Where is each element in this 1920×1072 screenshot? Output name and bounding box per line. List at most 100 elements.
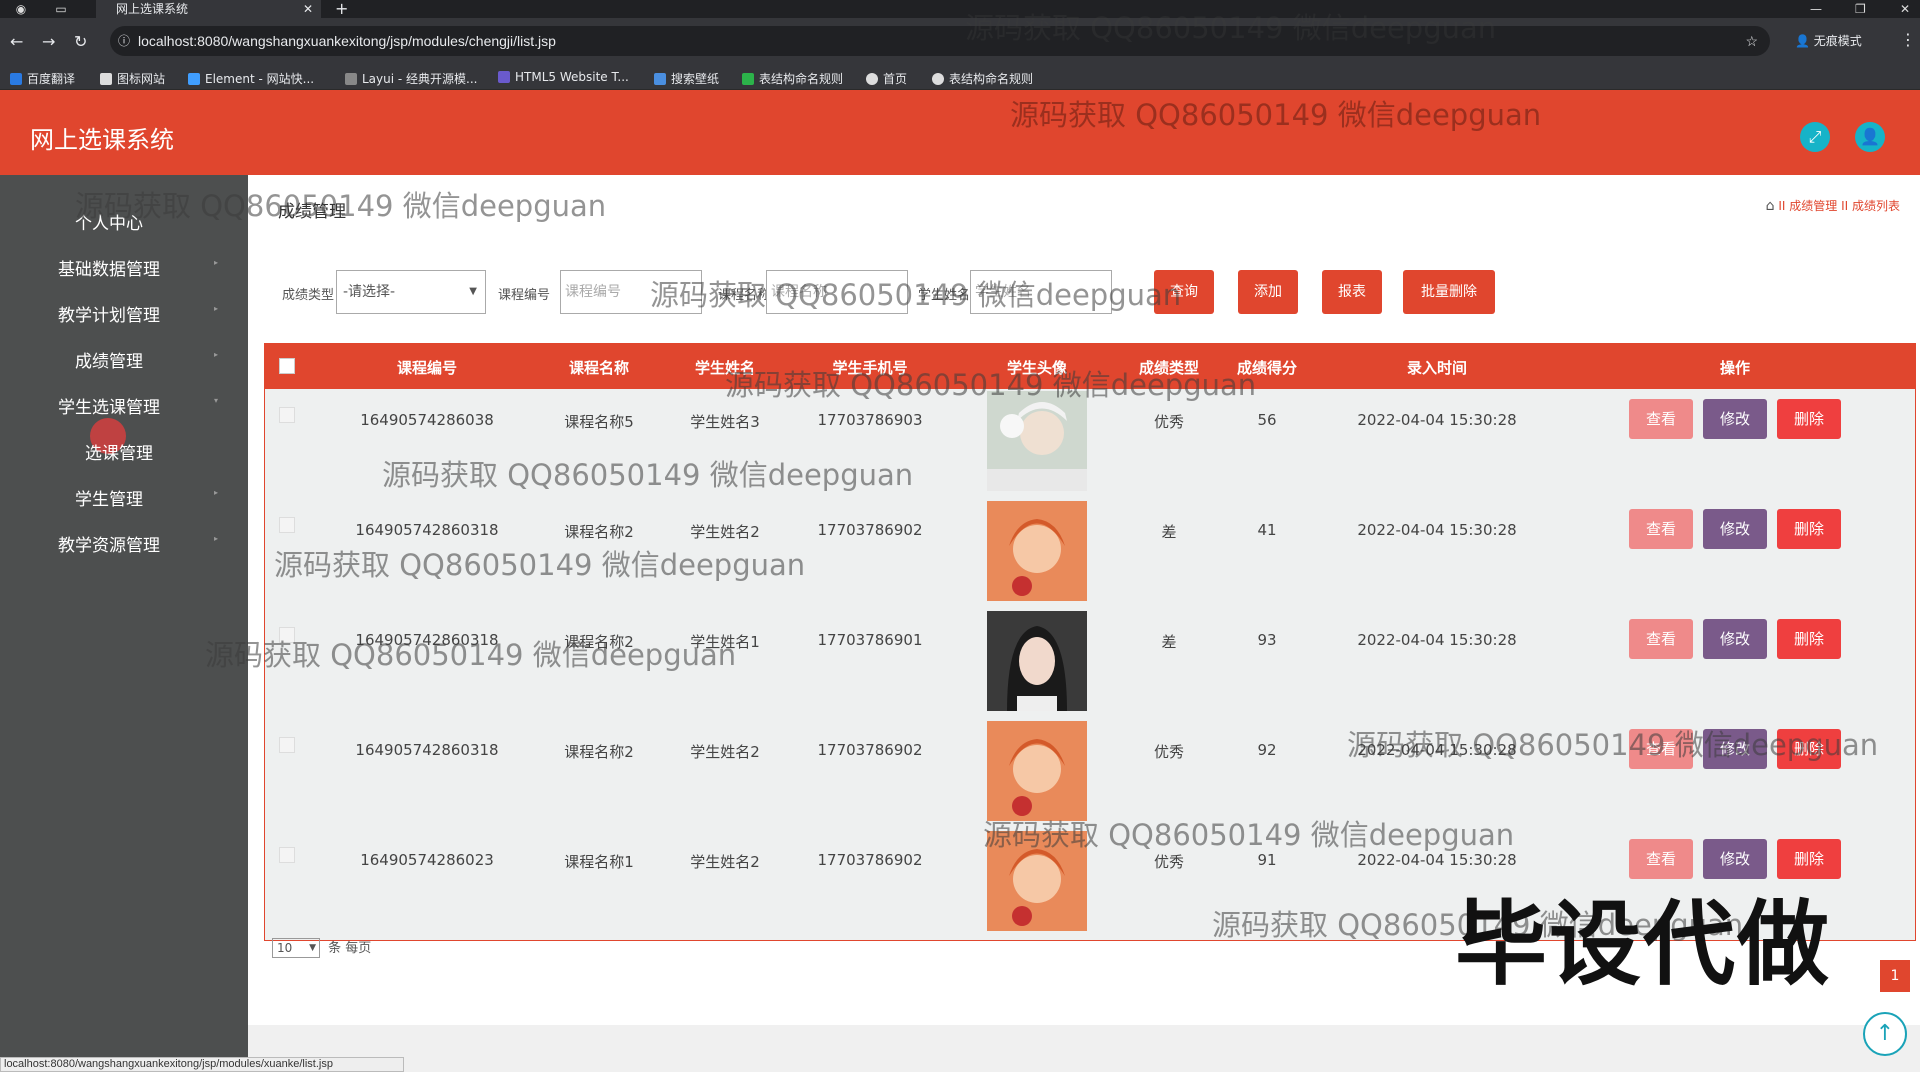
course-code-cell: 164905742860318 xyxy=(355,631,499,649)
sidebar-item-basic-data[interactable]: 基础数据管理 ▸ xyxy=(0,255,218,280)
view-button[interactable]: 查看 xyxy=(1629,399,1693,439)
new-tab-icon[interactable]: + xyxy=(335,0,348,18)
bookmark-item[interactable]: Layui - 经典开源模... xyxy=(345,70,477,87)
bookmark-item[interactable]: 首页 xyxy=(866,70,907,87)
add-button[interactable]: 添加 xyxy=(1238,270,1298,314)
bookmark-star-icon[interactable]: ☆ xyxy=(1745,26,1758,56)
window-close-icon[interactable]: ✕ xyxy=(1900,0,1910,18)
phone-cell: 17703786902 xyxy=(817,851,923,869)
fullscreen-icon[interactable]: ⤢ xyxy=(1800,122,1830,152)
sidebar-item-teaching-resources[interactable]: 教学资源管理 ▸ xyxy=(0,531,218,556)
select-value: -请选择- xyxy=(343,284,396,300)
sidebar-item-label: 学生选课管理 xyxy=(58,398,160,418)
grade-type-cell: 优秀 xyxy=(1153,413,1185,431)
student-name-cell: 学生姓名3 xyxy=(690,413,760,431)
student-name-cell: 学生姓名2 xyxy=(690,743,760,761)
breadcrumb-item[interactable]: 成绩列表 xyxy=(1852,199,1900,213)
sidebar-item-label: 成绩管理 xyxy=(75,352,143,372)
breadcrumb-item[interactable]: 成绩管理 xyxy=(1789,199,1837,213)
restore-icon[interactable]: ❐ xyxy=(1855,0,1866,18)
edit-button[interactable]: 修改 xyxy=(1703,399,1767,439)
browser-tab[interactable]: 网上选课系统 ✕ xyxy=(96,0,321,18)
incognito-indicator[interactable]: 👤 无痕模式 xyxy=(1795,32,1862,49)
chevron-down-icon: ▼ xyxy=(469,286,477,297)
bookmark-item[interactable]: 表结构命名规则 xyxy=(932,70,1033,87)
table-row: 164905742860318 课程名称2 学生姓名1 17703786901 … xyxy=(265,609,1915,719)
bookmark-item[interactable]: 表结构命名规则 xyxy=(742,70,843,87)
browser-kebab-icon[interactable]: ⋮ xyxy=(1900,30,1916,49)
edit-button[interactable]: 修改 xyxy=(1703,619,1767,659)
view-button[interactable]: 查看 xyxy=(1629,729,1693,769)
sidebar-item-label: 教学资源管理 xyxy=(58,536,160,556)
delete-button[interactable]: 删除 xyxy=(1777,619,1841,659)
sidebar-item-grades[interactable]: 成绩管理 ▸ xyxy=(0,347,218,372)
delete-button[interactable]: 删除 xyxy=(1777,399,1841,439)
tab-search-icon[interactable]: ▭ xyxy=(50,0,72,18)
phone-cell: 17703786903 xyxy=(817,411,923,429)
address-bar-row: ← → ↻ ⓘ localhost:8080/wangshangxuankexi… xyxy=(0,18,1920,66)
phone-cell: 17703786901 xyxy=(817,631,923,649)
user-icon[interactable]: 👤 xyxy=(1855,122,1885,152)
grade-type-select[interactable]: -请选择- ▼ xyxy=(336,270,486,314)
entry-time-cell: 2022-04-04 15:30:28 xyxy=(1357,631,1517,649)
back-to-top-icon[interactable]: ↑ xyxy=(1863,1012,1907,1056)
breadcrumb: ⌂ II 成绩管理 II 成绩列表 xyxy=(1766,197,1900,214)
row-checkbox[interactable] xyxy=(279,847,295,863)
browser-menu-icon[interactable]: ◉ xyxy=(10,0,32,18)
row-checkbox[interactable] xyxy=(279,737,295,753)
home-icon[interactable]: ⌂ xyxy=(1766,198,1775,214)
bookmark-label: Element - 网站快... xyxy=(205,72,315,86)
bookmark-label: 首页 xyxy=(883,72,908,86)
back-icon[interactable]: ← xyxy=(10,32,23,51)
minimize-icon[interactable]: — xyxy=(1810,0,1822,18)
forward-icon[interactable]: → xyxy=(42,32,55,51)
sidebar-item-label: 基础数据管理 xyxy=(58,260,160,280)
grade-type-cell: 优秀 xyxy=(1153,853,1185,871)
bookmark-item[interactable]: HTML5 Website T... xyxy=(498,70,629,84)
report-button[interactable]: 报表 xyxy=(1322,270,1382,314)
edit-button[interactable]: 修改 xyxy=(1703,509,1767,549)
column-header: 成绩类型 xyxy=(1138,359,1200,377)
delete-button[interactable]: 删除 xyxy=(1777,509,1841,549)
row-checkbox[interactable] xyxy=(279,517,295,533)
bookmark-item[interactable]: 搜索壁纸 xyxy=(654,70,719,87)
breadcrumb-separator: II xyxy=(1841,199,1849,213)
table-row: 164905742860318 课程名称2 学生姓名2 17703786902 … xyxy=(265,499,1915,609)
column-header: 录入时间 xyxy=(1406,359,1468,377)
bookmark-item[interactable]: Element - 网站快... xyxy=(188,70,314,87)
column-header: 学生姓名 xyxy=(694,359,756,377)
student-name-input[interactable]: 学生姓名 xyxy=(970,270,1112,314)
search-button[interactable]: 查询 xyxy=(1154,270,1214,314)
sidebar-item-course-selection[interactable]: 选课管理 xyxy=(10,439,228,464)
sidebar-item-personal[interactable]: 个人中心 xyxy=(0,209,218,234)
site-info-icon[interactable]: ⓘ xyxy=(118,26,130,56)
bookmark-item[interactable]: 百度翻译 xyxy=(10,70,75,87)
score-cell: 91 xyxy=(1257,851,1277,869)
course-code-input[interactable]: 课程编号 xyxy=(560,270,702,314)
score-cell: 56 xyxy=(1257,411,1277,429)
course-name-input[interactable]: 课程名称 xyxy=(766,270,908,314)
bookmark-item[interactable]: 图标网站 xyxy=(100,70,165,87)
delete-button[interactable]: 删除 xyxy=(1777,729,1841,769)
row-checkbox[interactable] xyxy=(279,627,295,643)
sidebar-item-students[interactable]: 学生管理 ▸ xyxy=(0,485,218,510)
sidebar-item-teaching-plan[interactable]: 教学计划管理 ▸ xyxy=(0,301,218,326)
select-all-checkbox[interactable] xyxy=(279,358,295,374)
column-header: 学生手机号 xyxy=(832,359,908,377)
page-size-value: 10 xyxy=(277,941,293,955)
reload-icon[interactable]: ↻ xyxy=(74,32,87,51)
table-row: 164905742860318 课程名称2 学生姓名2 17703786902 … xyxy=(265,719,1915,829)
page-number-button[interactable]: 1 xyxy=(1880,960,1910,992)
edit-button[interactable]: 修改 xyxy=(1703,729,1767,769)
chevron-right-icon: ▸ xyxy=(213,350,218,359)
sidebar-item-student-course[interactable]: 学生选课管理 ▾ xyxy=(0,393,218,418)
row-checkbox[interactable] xyxy=(279,407,295,423)
bookmark-label: HTML5 Website T... xyxy=(515,70,629,84)
url-input[interactable]: ⓘ localhost:8080/wangshangxuankexitong/j… xyxy=(110,26,1770,56)
view-button[interactable]: 查看 xyxy=(1629,509,1693,549)
close-tab-icon[interactable]: ✕ xyxy=(303,0,313,18)
view-button[interactable]: 查看 xyxy=(1629,619,1693,659)
score-cell: 93 xyxy=(1257,631,1277,649)
page-size-select[interactable]: 10 ▼ xyxy=(272,938,320,958)
batch-delete-button[interactable]: 批量删除 xyxy=(1403,270,1495,314)
